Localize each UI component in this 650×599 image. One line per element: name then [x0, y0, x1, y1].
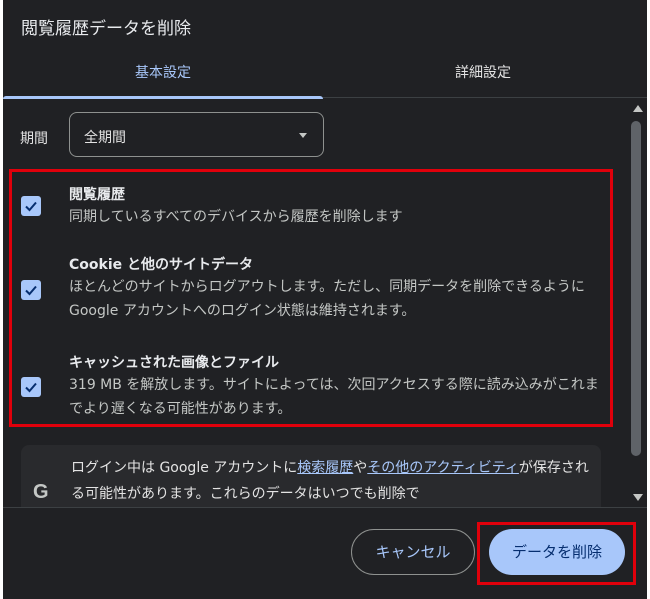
option-description: 同期しているすべてのデバイスから履歴を削除します	[69, 209, 403, 225]
signin-notice-text: ログイン中は Google アカウントに検索履歴やその他のアクティビティが保存さ…	[71, 455, 591, 507]
clear-browsing-data-dialog: 閲覧履歴データを削除 基本設定 詳細設定 期間 全期間 閲覧履歴 同期しているす…	[3, 0, 647, 599]
option-description: ほとんどのサイトからログアウトします。ただし、同期データを削除できるように Go…	[69, 279, 585, 319]
check-icon	[25, 382, 37, 393]
dialog-footer: キャンセル データを削除	[3, 507, 647, 599]
period-value: 全期間	[84, 130, 126, 146]
signin-notice: G ログイン中は Google アカウントに検索履歴やその他のアクティビティが保…	[21, 445, 601, 507]
period-label: 期間	[20, 131, 48, 147]
checkbox-browsing-history[interactable]	[21, 196, 41, 216]
options-highlight-box: 閲覧履歴 同期しているすべてのデバイスから履歴を削除します Cookie と他の…	[9, 169, 613, 427]
tab-basic[interactable]: 基本設定	[3, 46, 323, 99]
checkbox-cache[interactable]	[21, 377, 41, 397]
cancel-button[interactable]: キャンセル	[351, 529, 475, 575]
delete-data-button[interactable]: データを削除	[489, 529, 625, 575]
dialog-content: 期間 全期間 閲覧履歴 同期しているすべてのデバイスから履歴を削除します Coo…	[3, 99, 647, 507]
google-g-icon: G	[33, 481, 49, 503]
other-activity-link[interactable]: その他のアクティビティ	[367, 460, 519, 476]
scroll-up-arrow-icon[interactable]	[633, 105, 643, 112]
tab-advanced-label: 詳細設定	[455, 65, 511, 81]
scrollbar[interactable]	[627, 99, 647, 507]
check-icon	[25, 285, 37, 296]
notice-text-before: ログイン中は Google アカウントに	[71, 460, 298, 476]
scroll-thumb[interactable]	[631, 121, 641, 456]
tab-bar: 基本設定 詳細設定	[3, 46, 647, 99]
checkbox-cookies[interactable]	[21, 280, 41, 300]
search-history-link[interactable]: 検索履歴	[297, 460, 353, 476]
option-title: キャッシュされた画像とファイル	[69, 355, 279, 371]
period-select[interactable]: 全期間	[69, 112, 324, 157]
check-icon	[25, 201, 37, 212]
notice-text-mid: や	[353, 460, 368, 476]
option-title: Cookie と他のサイトデータ	[69, 257, 253, 273]
tab-basic-label: 基本設定	[135, 65, 191, 81]
scroll-down-arrow-icon[interactable]	[633, 494, 643, 501]
dialog-title: 閲覧履歴データを削除	[21, 19, 191, 39]
tab-advanced[interactable]: 詳細設定	[323, 46, 643, 98]
option-title: 閲覧履歴	[69, 187, 125, 203]
dropdown-arrow-icon	[299, 133, 307, 138]
option-description: 319 MB を解放します。サイトによっては、次回アクセスする際に読み込みがこれ…	[69, 377, 599, 417]
